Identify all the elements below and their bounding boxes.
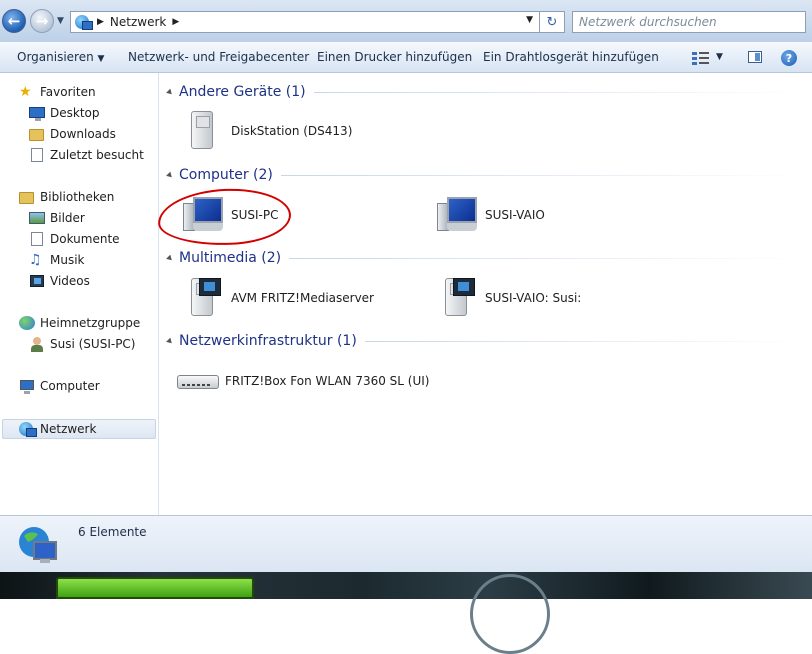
- device-item[interactable]: DiskStation (DS413): [181, 109, 352, 153]
- address-dropdown-icon[interactable]: ▼: [526, 15, 533, 25]
- refresh-button[interactable]: ↻: [540, 11, 565, 33]
- nas-server-icon: [181, 109, 225, 153]
- sidebar-item-computer[interactable]: Computer: [19, 376, 100, 396]
- desktop-icon: [29, 105, 45, 121]
- sidebar-item-pictures[interactable]: Bilder: [29, 208, 85, 228]
- group-divider: [289, 257, 807, 259]
- breadcrumb-network[interactable]: Netzwerk: [110, 15, 166, 29]
- documents-icon: [29, 231, 45, 247]
- network-icon: [75, 14, 93, 30]
- details-pane: 6 Elemente: [0, 515, 812, 573]
- media-server-icon: [435, 276, 479, 320]
- music-note-icon: ♫: [29, 252, 42, 268]
- command-bar: Organisieren ▼ Netzwerk- und Freigabecen…: [0, 42, 812, 73]
- homegroup-icon: [19, 315, 35, 331]
- sidebar-item-videos[interactable]: Videos: [29, 271, 90, 291]
- device-item[interactable]: AVM FRITZ!Mediaserver: [181, 276, 374, 320]
- collapse-arrow-icon[interactable]: [166, 88, 174, 96]
- item-count: 6 Elemente: [78, 525, 147, 539]
- background-graphic: [470, 574, 550, 654]
- highlight-annotation-circle: [157, 186, 292, 248]
- back-arrow-icon: ←: [7, 12, 21, 30]
- device-item[interactable]: SUSI-VAIO: Susi:: [435, 276, 581, 320]
- change-view-icon[interactable]: [692, 51, 710, 68]
- sidebar-item-desktop[interactable]: Desktop: [29, 103, 100, 123]
- forward-button[interactable]: →: [30, 9, 54, 33]
- help-icon[interactable]: ?: [781, 50, 797, 66]
- sidebar-item-homegroup[interactable]: Heimnetzgruppe: [19, 313, 140, 333]
- downloads-folder-icon: [29, 126, 45, 142]
- background-window-fragment: [56, 577, 254, 599]
- add-printer-button[interactable]: Einen Drucker hinzufügen: [317, 50, 472, 64]
- preview-pane-icon[interactable]: [748, 51, 762, 63]
- computer-icon: [19, 378, 35, 394]
- videos-icon: [29, 273, 45, 289]
- breadcrumb-separator-icon[interactable]: ▶: [97, 17, 104, 27]
- group-header-computer[interactable]: Computer (2): [166, 165, 807, 185]
- address-field[interactable]: ▶ Netzwerk ▶ ▼: [70, 11, 540, 33]
- address-bar-area: ← → ▼ ▶ Netzwerk ▶ ▼ ↻ Netzwerk durchsuc…: [0, 0, 812, 42]
- recent-pages-dropdown[interactable]: ▼: [57, 16, 64, 26]
- group-header-network-infrastructure[interactable]: Netzwerkinfrastruktur (1): [166, 331, 807, 351]
- network-icon: [16, 522, 60, 566]
- group-header-multimedia[interactable]: Multimedia (2): [166, 248, 807, 268]
- collapse-arrow-icon[interactable]: [166, 254, 174, 262]
- collapse-arrow-icon[interactable]: [166, 337, 174, 345]
- network-icon: [19, 421, 37, 437]
- sidebar-item-downloads[interactable]: Downloads: [29, 124, 116, 144]
- group-divider: [280, 174, 807, 176]
- libraries-icon: [19, 189, 35, 205]
- router-icon: [175, 359, 219, 403]
- sidebar-item-documents[interactable]: Dokumente: [29, 229, 120, 249]
- breadcrumb-separator-icon[interactable]: ▶: [172, 17, 179, 27]
- sidebar-item-homegroup-user[interactable]: Susi (SUSI-PC): [29, 334, 136, 354]
- collapse-arrow-icon[interactable]: [166, 171, 174, 179]
- computer-icon: [435, 193, 479, 237]
- sidebar-item-music[interactable]: ♫ Musik: [29, 250, 85, 270]
- star-icon: ★: [19, 84, 32, 100]
- sidebar-item-favorites[interactable]: ★ Favoriten: [19, 82, 96, 102]
- group-divider: [364, 340, 807, 342]
- add-wireless-button[interactable]: Ein Drahtlosgerät hinzufügen: [483, 50, 659, 64]
- navigation-pane: ★ Favoriten Desktop Downloads Zuletzt bes…: [0, 73, 159, 515]
- search-input[interactable]: Netzwerk durchsuchen: [572, 11, 806, 33]
- file-list-pane: Andere Geräte (1) DiskStation (DS413) Co…: [157, 73, 812, 515]
- network-center-button[interactable]: Netzwerk- und Freigabecenter: [128, 50, 309, 64]
- back-button[interactable]: ←: [2, 9, 26, 33]
- view-options-dropdown[interactable]: ▼: [716, 52, 723, 62]
- forward-arrow-icon: →: [35, 12, 49, 30]
- user-icon: [29, 336, 45, 352]
- sidebar-item-libraries[interactable]: Bibliotheken: [19, 187, 114, 207]
- group-header-other-devices[interactable]: Andere Geräte (1): [166, 82, 807, 102]
- sidebar-item-network[interactable]: Netzwerk: [19, 419, 96, 439]
- background-taskbar-strip: [0, 572, 812, 654]
- organize-button[interactable]: Organisieren ▼: [17, 50, 104, 64]
- pictures-icon: [29, 210, 45, 226]
- refresh-icon: ↻: [546, 14, 558, 30]
- device-item[interactable]: FRITZ!Box Fon WLAN 7360 SL (UI): [175, 359, 429, 403]
- recent-places-icon: [29, 147, 45, 163]
- sidebar-item-recent[interactable]: Zuletzt besucht: [29, 145, 144, 165]
- device-item[interactable]: SUSI-VAIO: [435, 193, 545, 237]
- media-server-icon: [181, 276, 225, 320]
- group-divider: [313, 91, 807, 93]
- chevron-down-icon: ▼: [97, 54, 105, 64]
